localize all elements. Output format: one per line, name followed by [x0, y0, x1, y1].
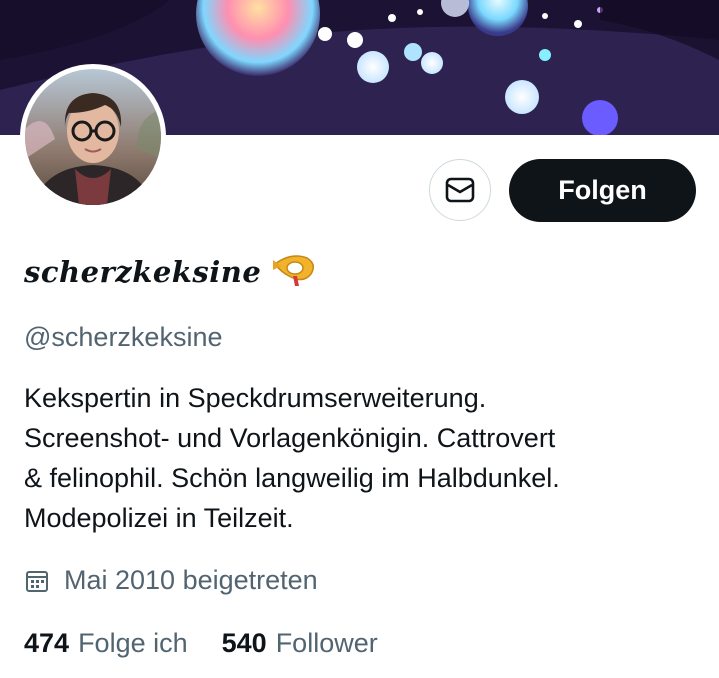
- following-link[interactable]: 474 Folge ich: [24, 628, 188, 659]
- followers-label: Follower: [275, 628, 378, 658]
- follow-stats: 474 Folge ich 540 Follower: [24, 628, 378, 659]
- display-name-row: scherzkeksine: [24, 250, 317, 293]
- following-count: 474: [24, 628, 70, 658]
- joined-text: Mai 2010 beigetreten: [64, 565, 318, 595]
- bio-line: Screenshot- und Vorlagenkönigin. Cattrov…: [24, 423, 556, 453]
- bio-line: & felinophil. Schön langweilig im Halbdu…: [24, 463, 560, 493]
- joined-date: Mai 2010 beigetreten: [24, 565, 318, 596]
- followers-link[interactable]: 540 Follower: [222, 628, 378, 659]
- avatar-image: [25, 69, 161, 205]
- avatar[interactable]: [20, 64, 166, 210]
- message-button[interactable]: [429, 159, 491, 221]
- follow-button[interactable]: Folgen: [509, 159, 696, 222]
- following-label: Folge ich: [78, 628, 188, 658]
- profile-handle: @scherzkeksine: [24, 322, 223, 352]
- profile-bio: Kekspertin in Speckdrumserweiterung. Scr…: [24, 378, 694, 538]
- envelope-icon: [445, 177, 475, 203]
- postal-horn-icon: [271, 250, 317, 293]
- display-name: scherzkeksine: [24, 254, 262, 289]
- follow-button-label: Folgen: [558, 175, 647, 205]
- bio-line: Kekspertin in Speckdrumserweiterung.: [24, 383, 487, 413]
- followers-count: 540: [221, 628, 267, 658]
- calendar-icon: [26, 570, 48, 592]
- bio-line: Modepolizei in Teilzeit.: [24, 503, 294, 533]
